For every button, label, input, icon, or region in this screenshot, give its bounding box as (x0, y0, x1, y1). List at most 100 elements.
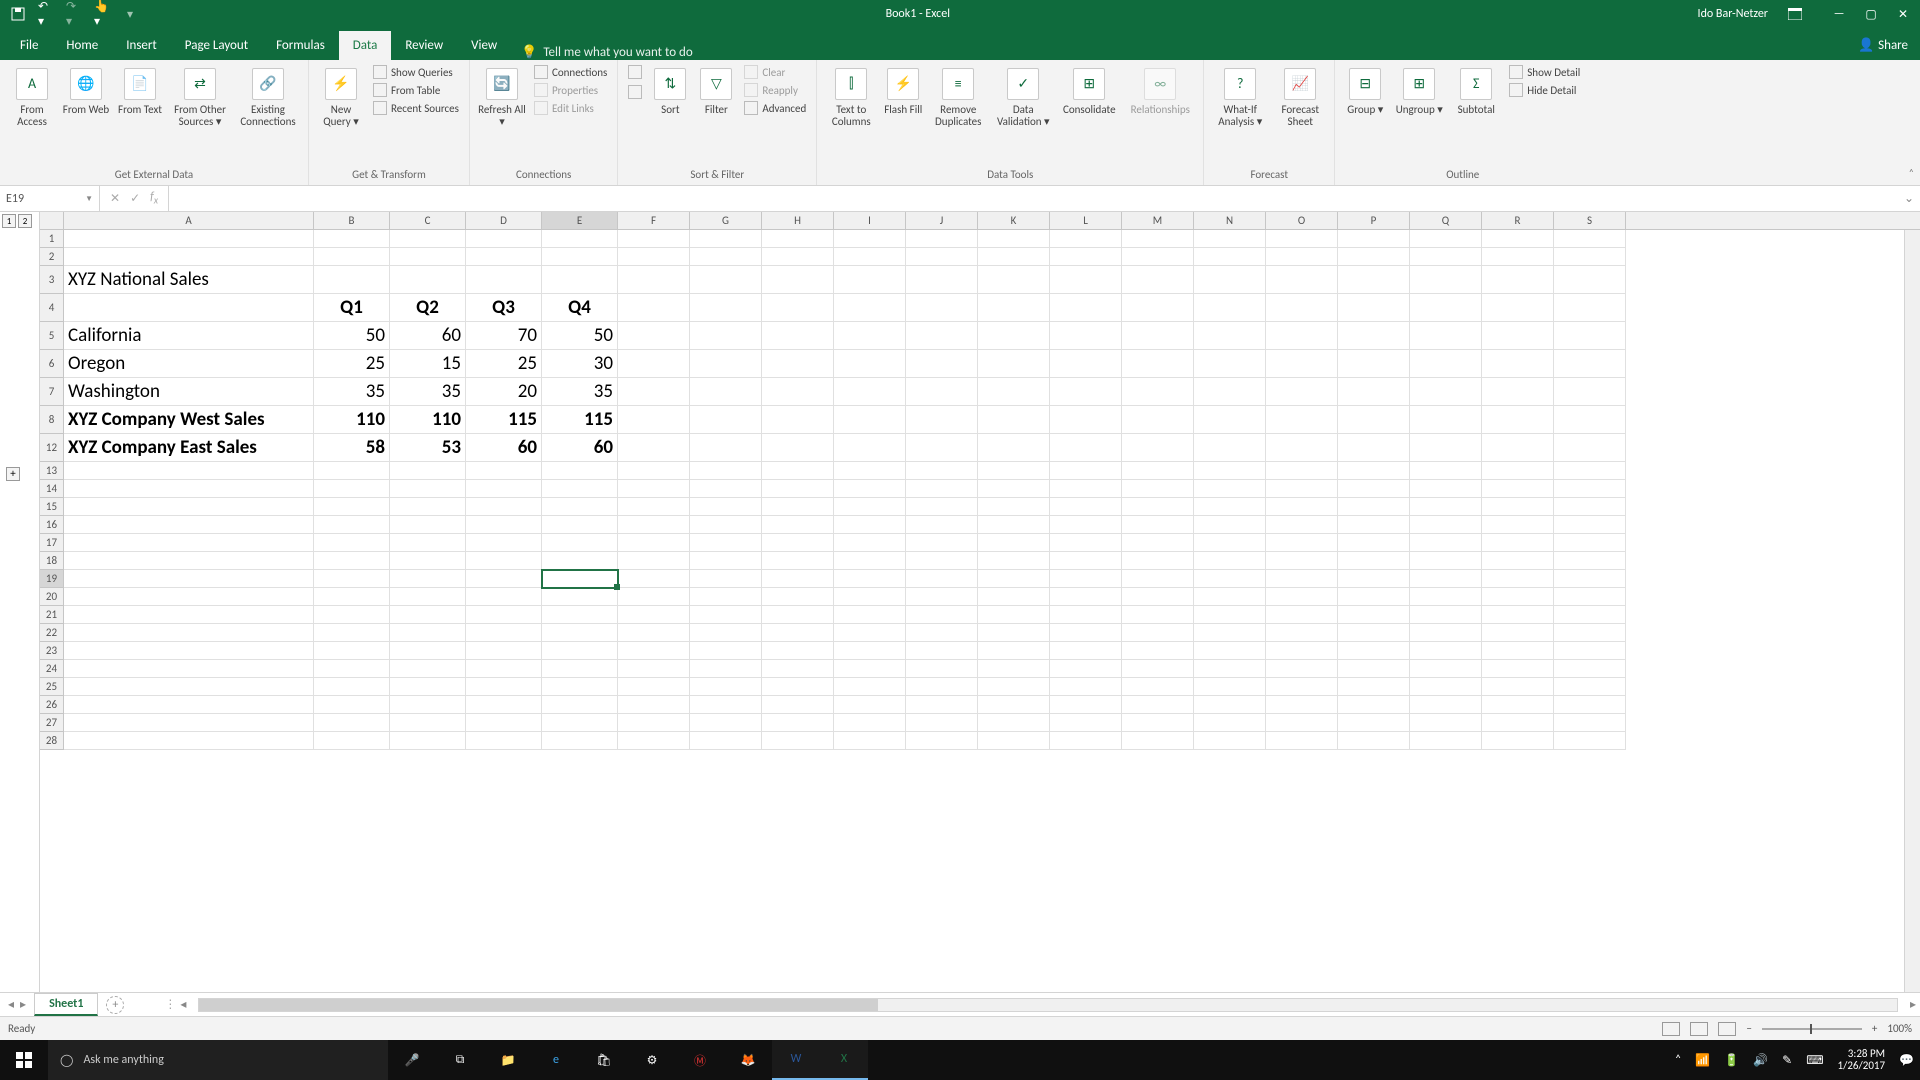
cell-L18[interactable] (1050, 552, 1122, 570)
row-header-24[interactable]: 24 (40, 660, 64, 678)
cell-S14[interactable] (1554, 480, 1626, 498)
cell-E1[interactable] (542, 230, 618, 248)
advanced-filter-button[interactable]: Advanced (742, 100, 808, 116)
what-if-button[interactable]: ?What-If Analysis ▾ (1212, 64, 1268, 128)
volume-icon[interactable]: 🔊 (1753, 1053, 1768, 1068)
cell-F15[interactable] (618, 498, 690, 516)
cell-I22[interactable] (834, 624, 906, 642)
cell-I14[interactable] (834, 480, 906, 498)
word-taskbar-icon[interactable]: W (772, 1040, 820, 1080)
cell-R22[interactable] (1482, 624, 1554, 642)
cell-N12[interactable] (1194, 434, 1266, 462)
cell-N17[interactable] (1194, 534, 1266, 552)
cell-Q18[interactable] (1410, 552, 1482, 570)
cell-R26[interactable] (1482, 696, 1554, 714)
cell-M1[interactable] (1122, 230, 1194, 248)
cell-B8[interactable]: 110 (314, 406, 390, 434)
cell-R19[interactable] (1482, 570, 1554, 588)
cell-G4[interactable] (690, 294, 762, 322)
cell-Q26[interactable] (1410, 696, 1482, 714)
cell-K12[interactable] (978, 434, 1050, 462)
cell-F8[interactable] (618, 406, 690, 434)
cell-A13[interactable] (64, 462, 314, 480)
cell-I19[interactable] (834, 570, 906, 588)
cell-L28[interactable] (1050, 732, 1122, 750)
cell-N6[interactable] (1194, 350, 1266, 378)
tray-overflow-icon[interactable]: ˄ (1675, 1053, 1681, 1067)
tab-file[interactable]: File (6, 31, 52, 60)
cell-J6[interactable] (906, 350, 978, 378)
cell-K19[interactable] (978, 570, 1050, 588)
cell-B27[interactable] (314, 714, 390, 732)
cell-O14[interactable] (1266, 480, 1338, 498)
cell-K14[interactable] (978, 480, 1050, 498)
cell-B22[interactable] (314, 624, 390, 642)
flash-fill-button[interactable]: ⚡Flash Fill (883, 64, 923, 116)
cell-L2[interactable] (1050, 248, 1122, 266)
cell-A6[interactable]: Oregon (64, 350, 314, 378)
row-header-8[interactable]: 8 (40, 406, 64, 434)
cell-E14[interactable] (542, 480, 618, 498)
relationships-button[interactable]: ∞Relationships (1125, 64, 1195, 116)
cell-L24[interactable] (1050, 660, 1122, 678)
cell-D12[interactable]: 60 (466, 434, 542, 462)
cell-O17[interactable] (1266, 534, 1338, 552)
cell-E18[interactable] (542, 552, 618, 570)
cell-C5[interactable]: 60 (390, 322, 466, 350)
sort-button[interactable]: ⇅Sort (650, 64, 690, 116)
cell-P6[interactable] (1338, 350, 1410, 378)
cell-Q20[interactable] (1410, 588, 1482, 606)
cell-D21[interactable] (466, 606, 542, 624)
cell-Q21[interactable] (1410, 606, 1482, 624)
cell-B7[interactable]: 35 (314, 378, 390, 406)
cell-K8[interactable] (978, 406, 1050, 434)
cell-C4[interactable]: Q2 (390, 294, 466, 322)
sort-desc-button[interactable] (626, 84, 644, 100)
cell-S15[interactable] (1554, 498, 1626, 516)
cell-D20[interactable] (466, 588, 542, 606)
cell-E25[interactable] (542, 678, 618, 696)
cell-A28[interactable] (64, 732, 314, 750)
cell-M5[interactable] (1122, 322, 1194, 350)
cell-N27[interactable] (1194, 714, 1266, 732)
cell-O2[interactable] (1266, 248, 1338, 266)
cell-G28[interactable] (690, 732, 762, 750)
cell-K25[interactable] (978, 678, 1050, 696)
cell-Q2[interactable] (1410, 248, 1482, 266)
column-header-R[interactable]: R (1482, 212, 1554, 229)
cell-F13[interactable] (618, 462, 690, 480)
column-header-F[interactable]: F (618, 212, 690, 229)
cell-D2[interactable] (466, 248, 542, 266)
mic-icon[interactable]: 🎤 (388, 1040, 436, 1080)
cell-L4[interactable] (1050, 294, 1122, 322)
zoom-level[interactable]: 100% (1887, 1022, 1912, 1035)
cell-E4[interactable]: Q4 (542, 294, 618, 322)
existing-connections-button[interactable]: 🔗Existing Connections (236, 64, 300, 128)
cell-N5[interactable] (1194, 322, 1266, 350)
show-queries-button[interactable]: Show Queries (371, 64, 461, 80)
cell-M25[interactable] (1122, 678, 1194, 696)
cell-F4[interactable] (618, 294, 690, 322)
cell-H22[interactable] (762, 624, 834, 642)
cell-S5[interactable] (1554, 322, 1626, 350)
cell-H13[interactable] (762, 462, 834, 480)
cell-E16[interactable] (542, 516, 618, 534)
cell-Q8[interactable] (1410, 406, 1482, 434)
cell-H21[interactable] (762, 606, 834, 624)
cell-R3[interactable] (1482, 266, 1554, 294)
cell-H20[interactable] (762, 588, 834, 606)
cell-F14[interactable] (618, 480, 690, 498)
cell-B20[interactable] (314, 588, 390, 606)
cell-N25[interactable] (1194, 678, 1266, 696)
cell-S7[interactable] (1554, 378, 1626, 406)
cell-J22[interactable] (906, 624, 978, 642)
cell-P14[interactable] (1338, 480, 1410, 498)
cell-C1[interactable] (390, 230, 466, 248)
cell-I21[interactable] (834, 606, 906, 624)
cell-F20[interactable] (618, 588, 690, 606)
tab-data[interactable]: Data (339, 31, 392, 60)
column-header-K[interactable]: K (978, 212, 1050, 229)
outline-level-2[interactable]: 2 (18, 214, 32, 228)
row-header-23[interactable]: 23 (40, 642, 64, 660)
cell-L1[interactable] (1050, 230, 1122, 248)
